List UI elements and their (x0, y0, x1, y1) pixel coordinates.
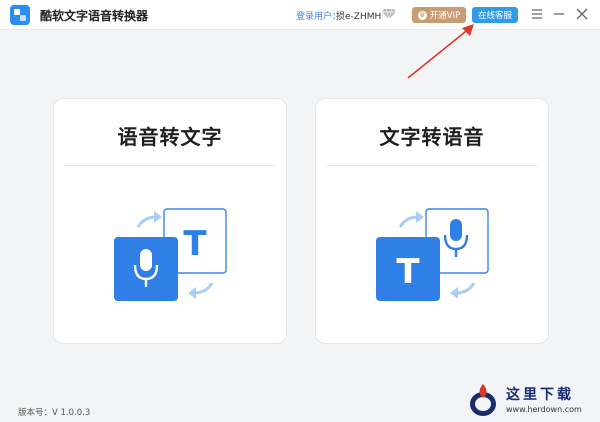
menu-icon[interactable] (530, 7, 544, 21)
title-bar: 酷软文字语音转换器 登录用户： 损e-ZHMH ♛ 开通VIP 在线客服 (0, 0, 600, 30)
text-to-mic-icon: T (376, 208, 489, 301)
watermark-logo-icon (470, 384, 496, 416)
annotation-arrow-icon (407, 24, 474, 79)
version-label: 版本号：V 1.0.0.3 (18, 408, 91, 418)
speech-to-text-title: 语音转文字 (117, 125, 223, 149)
watermark-url: www.herdown.com (506, 405, 582, 414)
diamond-icon (382, 8, 396, 20)
svg-text:T: T (183, 224, 207, 264)
app-logo (10, 5, 30, 25)
close-icon[interactable] (575, 7, 589, 21)
text-to-speech-card[interactable]: 文字转语音 T (315, 98, 549, 344)
svg-text:T: T (396, 252, 420, 292)
app-title: 酷软文字语音转换器 (40, 9, 149, 23)
card-divider (64, 165, 276, 166)
text-to-speech-title: 文字转语音 (379, 125, 485, 149)
watermark: 这里下载 www.herdown.com (468, 378, 598, 422)
minimize-icon[interactable] (552, 7, 566, 21)
login-user-label: 登录用户： (296, 12, 342, 22)
card-divider (326, 165, 538, 166)
username[interactable]: 损e-ZHMH (336, 9, 381, 22)
watermark-name: 这里下载 (506, 387, 574, 403)
mic-to-text-icon: T (114, 208, 227, 301)
speech-to-text-card[interactable]: 语音转文字 T (53, 98, 287, 344)
